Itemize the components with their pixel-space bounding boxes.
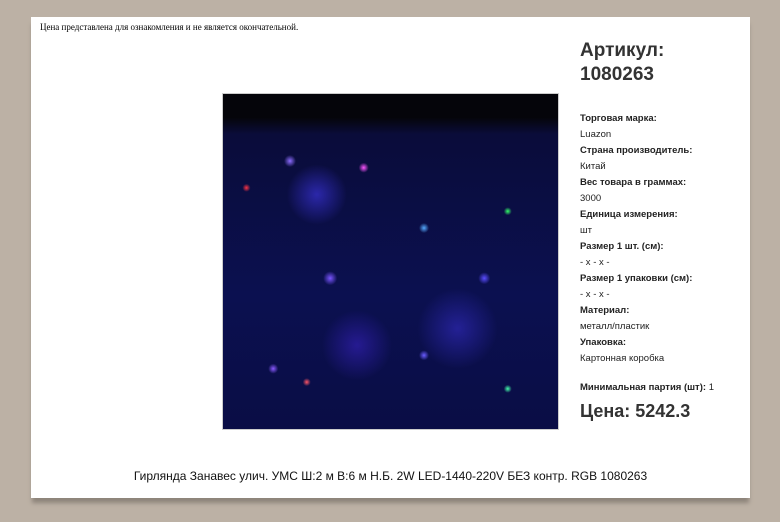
price-notice: Цена представлена для ознакомления и не … (40, 22, 299, 32)
property-label: Размер 1 упаковки (см): (580, 273, 693, 284)
property-value: 3000 (580, 193, 602, 204)
property-label: Материал: (580, 305, 630, 316)
product-title: Гирлянда Занавес улич. УМС Ш:2 м В:6 м Н… (133, 469, 648, 483)
property-value: - x - x - (580, 257, 610, 268)
property-label: Торговая марка: (580, 113, 657, 124)
property-label: Упаковка: (580, 337, 627, 348)
property-value: Китай (580, 161, 606, 172)
property-value: - x - x - (580, 289, 610, 300)
sku-heading: Артикул: 1080263 (580, 39, 664, 87)
property-label: Страна производитель: (580, 145, 693, 156)
property-label: Размер 1 шт. (см): (580, 241, 664, 252)
min-batch-label: Минимальная партия (шт): (580, 382, 707, 393)
min-batch: Минимальная партия (шт): 1 (580, 382, 714, 393)
sku-label: Артикул: (580, 40, 665, 61)
product-image (222, 93, 559, 430)
min-batch-value: 1 (708, 382, 714, 393)
sku-value: 1080263 (580, 64, 654, 85)
property-value: Luazon (580, 129, 612, 140)
price: Цена: 5242.3 (580, 401, 691, 421)
product-card: Цена представлена для ознакомления и не … (31, 17, 750, 498)
property-value: металл/пластик (580, 321, 650, 332)
property-value: шт (580, 225, 592, 236)
property-label: Единица измерения: (580, 209, 678, 220)
properties-list: Торговая марка: Luazon Страна производит… (580, 111, 692, 367)
property-value: Картонная коробка (580, 353, 665, 364)
property-label: Вес товара в граммах: (580, 177, 687, 188)
